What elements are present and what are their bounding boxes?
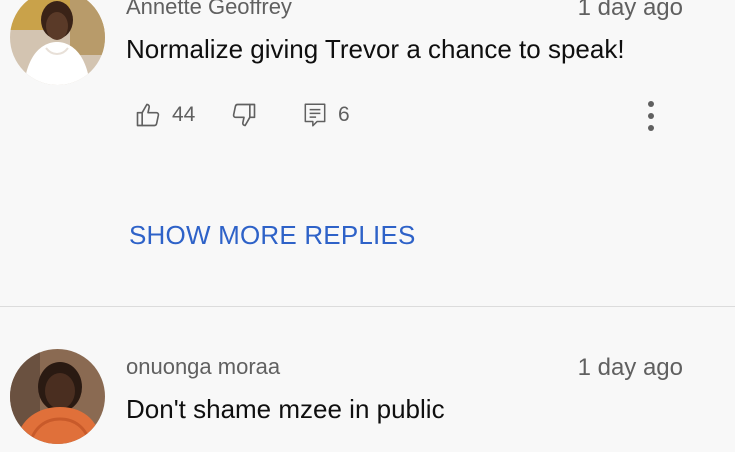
comment-text: Don't shame mzee in public (126, 394, 445, 424)
comment-timestamp: 1 day ago (577, 0, 683, 21)
comment-thread: Annette Geoffrey 1 day ago Normalize giv… (0, 0, 735, 306)
dislike-button[interactable] (230, 100, 258, 130)
like-count: 44 (172, 103, 196, 126)
comment-thread: onuonga moraa 1 day ago Don't shame mzee… (0, 307, 735, 452)
comment-text: Normalize giving Trevor a chance to spea… (126, 34, 625, 64)
comment-author[interactable]: Annette Geoffrey (126, 0, 292, 20)
avatar[interactable] (10, 0, 105, 85)
like-button[interactable]: 44 (134, 100, 195, 130)
more-options-icon[interactable] (641, 96, 661, 136)
reply-button[interactable]: 6 (302, 100, 350, 130)
thumbs-down-icon (230, 101, 258, 129)
comment-timestamp: 1 day ago (577, 354, 683, 381)
reply-count: 6 (338, 103, 350, 126)
thumbs-up-icon (134, 101, 162, 129)
avatar[interactable] (10, 349, 105, 444)
reply-icon (302, 101, 328, 129)
show-more-replies-button[interactable]: SHOW MORE REPLIES (129, 220, 416, 251)
comment-author[interactable]: onuonga moraa (126, 354, 280, 380)
